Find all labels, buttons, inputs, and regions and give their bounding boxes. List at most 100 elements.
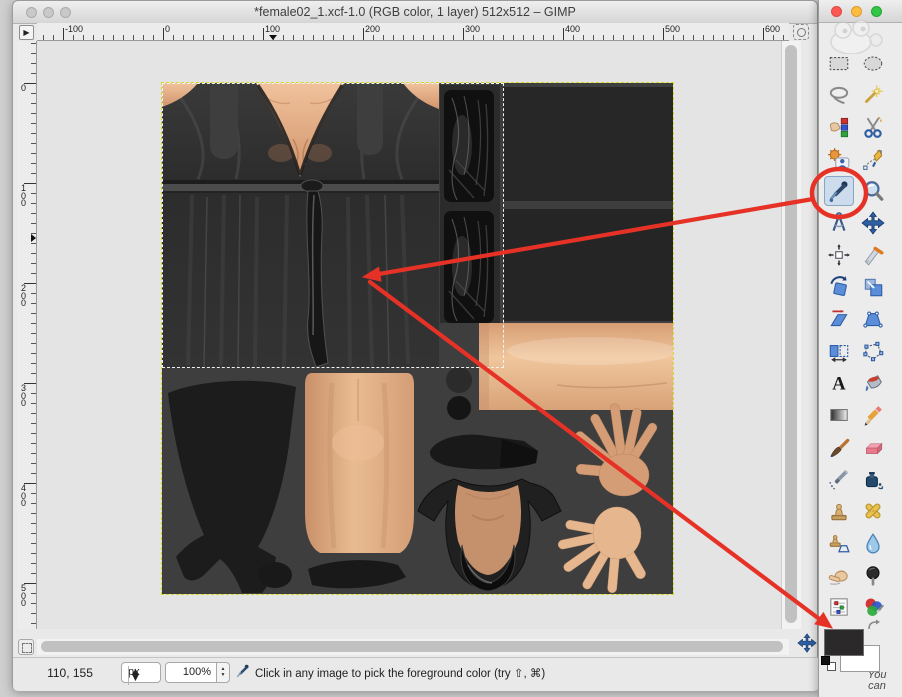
swap-arrow-icon	[866, 619, 882, 632]
ink-icon	[861, 467, 885, 491]
dot-texture	[447, 396, 471, 420]
ruler-corner-menu-button[interactable]: ▶	[19, 25, 34, 40]
vertical-scrollbar-thumb[interactable]	[785, 45, 797, 623]
tool-smudge[interactable]	[824, 560, 854, 590]
perspective-icon	[861, 307, 885, 331]
color-balance-icon	[827, 595, 851, 619]
close-button[interactable]	[831, 6, 842, 17]
tool-dodge-burn[interactable]	[858, 560, 888, 590]
tool-perspective[interactable]	[858, 304, 888, 334]
crop-scalpel-icon	[861, 243, 885, 267]
tool-color-balance[interactable]	[824, 592, 854, 622]
horizontal-ruler[interactable]: -100 0 100 200 300 400 500 600	[37, 23, 789, 41]
horizontal-scrollbar-thumb[interactable]	[41, 641, 783, 652]
rotate-icon	[827, 275, 851, 299]
foreground-color-swatch[interactable]	[824, 629, 864, 656]
tool-fuzzy-select[interactable]	[858, 80, 888, 110]
scissors-icon	[861, 115, 885, 139]
color-picker-status-icon	[235, 663, 251, 684]
tool-rotate[interactable]	[824, 272, 854, 302]
tool-measure[interactable]	[824, 208, 854, 238]
horizontal-scrollbar[interactable]	[37, 639, 789, 655]
quick-mask-toggle[interactable]	[18, 639, 34, 655]
default-colors-button[interactable]	[821, 656, 837, 672]
tool-zoom[interactable]	[858, 176, 888, 206]
leg-texture	[305, 373, 414, 553]
tool-select-by-color[interactable]	[824, 112, 854, 142]
vertical-ruler[interactable]: 0 100 200 300 400 500	[17, 41, 37, 629]
unit-spinner[interactable]: ▲▼	[128, 666, 142, 685]
move-icon	[861, 211, 885, 235]
perspective-clone-icon	[827, 531, 851, 555]
foreground-select-icon	[827, 147, 851, 171]
tool-color-picker[interactable]	[824, 176, 854, 206]
tool-eraser[interactable]	[858, 432, 888, 462]
tool-pencil[interactable]	[858, 400, 888, 430]
h-ruler-label: 200	[365, 24, 380, 34]
canvas-image[interactable]	[162, 83, 673, 594]
tool-move[interactable]	[858, 208, 888, 238]
canvas-viewport[interactable]	[37, 41, 781, 629]
color-picker-icon	[827, 179, 851, 203]
tool-heal[interactable]	[858, 496, 888, 526]
tool-rectangle-select[interactable]	[824, 48, 854, 78]
tool-intelligent-scissors[interactable]	[858, 112, 888, 142]
texture-atlas	[162, 83, 673, 594]
arm-texture	[479, 323, 673, 410]
tool-paintbrush[interactable]	[824, 432, 854, 462]
v-ruler-label: 0	[21, 85, 29, 93]
eraser-icon	[861, 435, 885, 459]
lasso-icon	[827, 83, 851, 107]
tool-ellipse-select[interactable]	[858, 48, 888, 78]
unit-dropdown[interactable]: px ▲▼	[121, 662, 161, 683]
tool-paths[interactable]	[858, 144, 888, 174]
tool-gradient[interactable]	[824, 400, 854, 430]
gimp-toolbox-window: A You can	[818, 0, 902, 697]
close-button[interactable]	[26, 7, 37, 18]
tool-shear[interactable]	[824, 304, 854, 334]
hue-saturation-icon	[861, 595, 885, 619]
zoom-level-input[interactable]: 100%	[165, 662, 217, 683]
tool-cage-transform[interactable]	[858, 336, 888, 366]
zoom-window-button[interactable]	[60, 7, 71, 18]
tool-blur-sharpen[interactable]	[858, 528, 888, 558]
swap-colors-button[interactable]	[866, 619, 882, 632]
tool-foreground-select[interactable]	[824, 144, 854, 174]
tool-scale[interactable]	[858, 272, 888, 302]
status-message: Click in any image to pick the foregroun…	[255, 666, 545, 680]
pointer-x-marker	[269, 35, 277, 40]
tool-perspective-clone[interactable]	[824, 528, 854, 558]
zoom-follow-window-toggle[interactable]	[793, 24, 809, 40]
navigation-button[interactable]	[797, 633, 817, 653]
pencil-icon	[861, 403, 885, 427]
compass-icon	[827, 211, 851, 235]
image-window-titlebar[interactable]: *female02_1.xcf-1.0 (RGB color, 1 layer)…	[13, 1, 817, 24]
vertical-scrollbar[interactable]	[781, 41, 801, 629]
tool-clone[interactable]	[824, 496, 854, 526]
zoom-spinner[interactable]: ▲▼	[216, 662, 230, 683]
h-ruler-label: 500	[665, 24, 680, 34]
h-ruler-label: 400	[565, 24, 580, 34]
zoom-window-button[interactable]	[871, 6, 882, 17]
h-ruler-label: 600	[765, 24, 780, 34]
tool-crop[interactable]	[858, 240, 888, 270]
tool-airbrush[interactable]	[824, 464, 854, 494]
flip-icon	[827, 339, 851, 363]
tool-bucket-fill[interactable]	[858, 368, 888, 398]
tool-flip[interactable]	[824, 336, 854, 366]
tool-align[interactable]	[824, 240, 854, 270]
pointer-y-marker	[31, 234, 36, 242]
text-icon: A	[827, 371, 851, 395]
minimize-button[interactable]	[43, 7, 54, 18]
tool-text[interactable]: A	[824, 368, 854, 398]
dark-block-texture	[503, 209, 673, 321]
magnifier-icon	[861, 179, 885, 203]
move-cross-icon	[797, 633, 817, 653]
svg-text:A: A	[832, 374, 846, 395]
cage-transform-icon	[861, 339, 885, 363]
tool-ink[interactable]	[858, 464, 888, 494]
minimize-button[interactable]	[851, 6, 862, 17]
tool-free-select[interactable]	[824, 80, 854, 110]
tool-hue-saturation[interactable]	[858, 592, 888, 622]
smudge-hand-icon	[827, 563, 851, 587]
